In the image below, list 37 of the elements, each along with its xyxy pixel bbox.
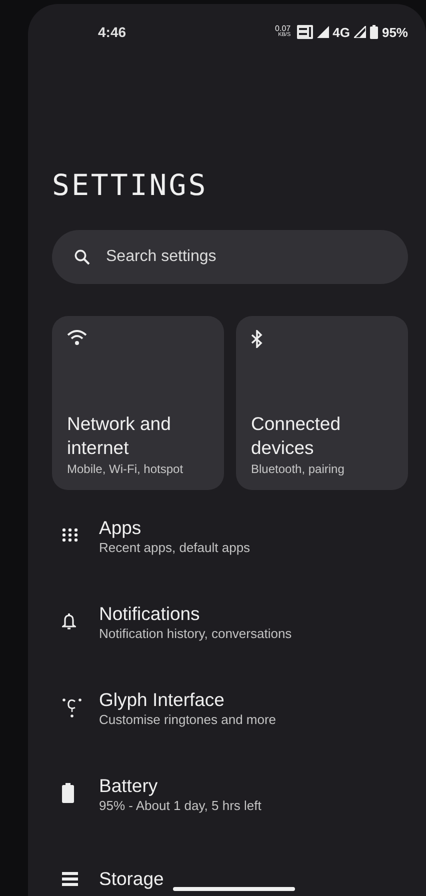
item-title: Apps [99,516,142,540]
battery-icon [62,783,74,803]
item-title: Storage [99,867,164,891]
search-icon [74,249,90,265]
battery-icon [370,25,378,39]
settings-item[interactable]: Apps Recent apps, default apps [52,492,408,578]
settings-item[interactable]: Notifications Notification history, conversations [52,578,408,664]
data-speed-value: 0.07 [275,25,291,34]
card-title: Connected devices [251,412,342,460]
settings-item[interactable]: Glyph Interface Customise ringtones and more [52,664,408,750]
item-title: Battery [99,774,159,798]
item-subtitle: Notification history, conversations [99,626,292,640]
item-subtitle: Recent apps, default apps [99,540,250,554]
signal-icon [354,26,366,38]
item-title: Notifications [99,602,201,626]
settings-card[interactable]: Connected devices Bluetooth, pairing [236,316,408,490]
page-title: SETTINGS [52,168,209,204]
home-indicator[interactable] [173,887,295,891]
settings-item[interactable]: Storage [52,836,408,896]
settings-card[interactable]: Network and internet Mobile, Wi-Fi, hotspot [52,316,224,490]
item-title: Glyph Interface [99,688,226,712]
battery-percent: 95% [382,24,408,40]
card-subtitle: Bluetooth, pairing [251,462,344,476]
search-field[interactable]: Search settings [52,230,408,284]
status-time: 4:46 [98,24,126,40]
signal-icon [316,26,329,38]
item-subtitle: 95% - About 1 day, 5 hrs left [99,798,262,812]
card-title: Network and internet [67,412,172,460]
settings-item[interactable]: Battery 95% - About 1 day, 5 hrs left [52,750,408,836]
bluetooth-icon [251,330,263,348]
item-subtitle: Customise ringtones and more [99,712,276,726]
storage-icon [62,872,78,886]
card-subtitle: Mobile, Wi-Fi, hotspot [67,462,184,476]
grid-icon [62,528,78,542]
network-type: 4G [332,24,350,40]
bell-icon [62,612,76,630]
wifi-icon [67,330,87,345]
